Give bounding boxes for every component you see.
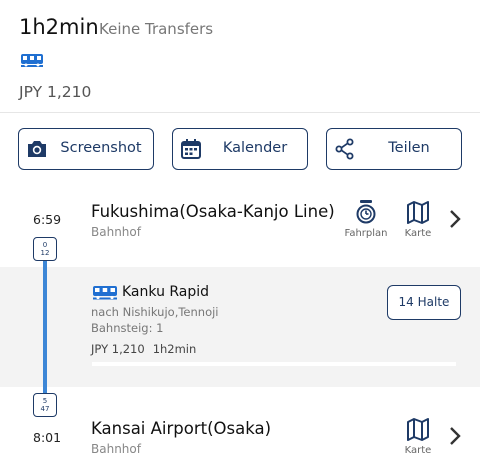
total-price: JPY 1,210	[19, 83, 92, 101]
train-direction: nach Nishikujo,Tennoji	[91, 305, 219, 319]
camera-icon	[28, 141, 46, 157]
arrival-map-label: Karte	[404, 445, 432, 456]
train-platform: Bahnsteig: 1	[91, 321, 164, 335]
leg-price: JPY 1,210	[91, 342, 145, 356]
departure-platform-top: 0	[42, 241, 48, 249]
train-name: Kanku Rapid	[122, 284, 210, 300]
chevron-right-icon[interactable]	[447, 208, 463, 230]
leg-meta: JPY 1,210 1h2min	[91, 342, 196, 356]
train-icon	[21, 54, 43, 67]
departure-map-button[interactable]: Karte	[393, 199, 443, 239]
departure-time: 6:59	[33, 212, 62, 227]
calendar-icon	[181, 139, 201, 159]
calendar-button[interactable]: Kalender	[172, 128, 308, 170]
arrival-map-button[interactable]: Karte	[393, 416, 443, 456]
train-icon	[93, 286, 117, 300]
departure-platform-bottom: 12	[40, 249, 50, 257]
map-icon	[407, 201, 429, 224]
transfers-info: Keine Transfers	[99, 20, 214, 38]
leg-duration: 1h2min	[152, 342, 197, 356]
departure-station-type: Bahnhof	[91, 225, 141, 239]
chevron-right-icon[interactable]	[447, 425, 463, 447]
calendar-label: Kalender	[222, 140, 288, 156]
arrival-platform-bottom: 47	[40, 405, 50, 413]
stops-button[interactable]: 14 Halte	[387, 285, 461, 320]
total-duration: 1h2min	[19, 15, 99, 39]
departure-platform-badge: 0 12	[33, 237, 57, 261]
share-label: Teilen	[388, 140, 430, 156]
arrival-station-name[interactable]: Kansai Airport(Osaka)	[91, 419, 271, 438]
departure-map-label: Karte	[404, 228, 432, 239]
departure-station-name[interactable]: Fukushima(Osaka-Kanjo Line)	[91, 202, 335, 221]
arrival-station-type: Bahnhof	[91, 442, 141, 456]
timetable-button[interactable]: Fahrplan	[341, 199, 391, 239]
timetable-label: Fahrplan	[344, 228, 388, 239]
share-button[interactable]: Teilen	[326, 128, 462, 170]
arrival-platform-badge: 5 47	[33, 393, 57, 417]
leg-divider	[92, 362, 456, 366]
map-icon	[407, 418, 429, 441]
route-line	[43, 261, 47, 393]
arrival-platform-top: 5	[42, 397, 48, 405]
screenshot-button[interactable]: Screenshot	[18, 128, 154, 170]
screenshot-label: Screenshot	[60, 140, 142, 156]
share-icon	[335, 138, 354, 160]
arrival-time: 8:01	[33, 430, 62, 445]
clock-icon	[356, 200, 376, 224]
route-summary: 1h2min Keine Transfers JPY 1,210	[0, 0, 480, 113]
